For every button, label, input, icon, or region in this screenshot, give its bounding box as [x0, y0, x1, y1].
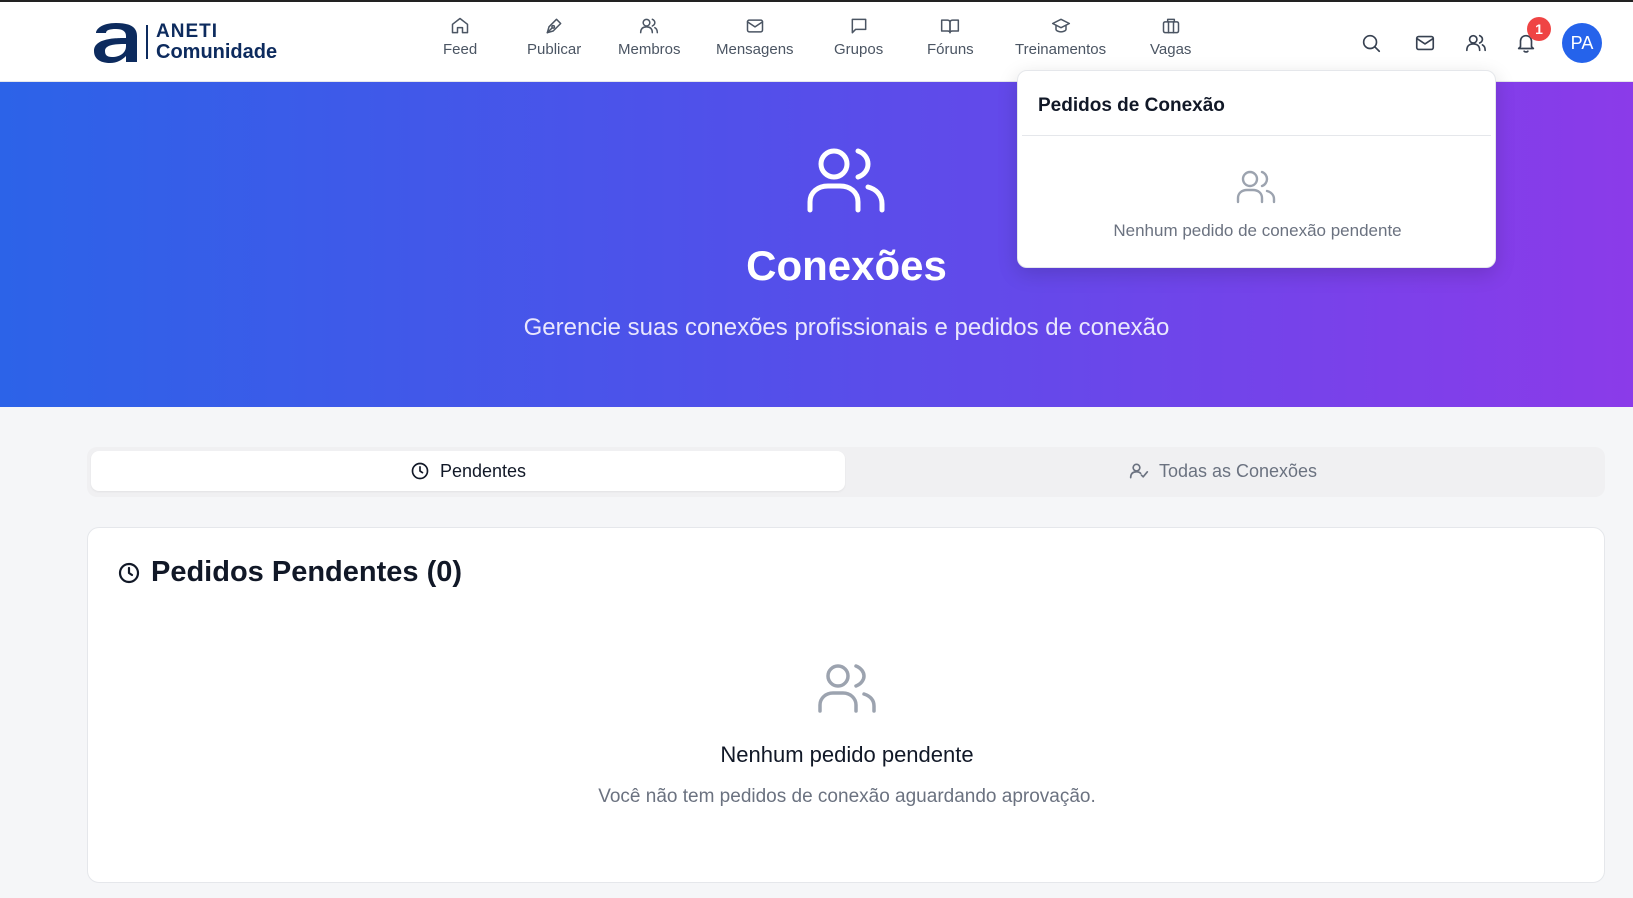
clock-icon: [411, 462, 429, 480]
nav-label: Mensagens: [716, 41, 794, 58]
logo-line-2: Comunidade: [156, 41, 278, 63]
mail-icon: [746, 19, 764, 33]
nav-item-mensagens[interactable]: Mensagens: [716, 16, 794, 58]
brand-logo[interactable]: ANETI Comunidade: [90, 19, 277, 65]
users-icon: [817, 661, 877, 715]
graduation-cap-icon: [1051, 18, 1070, 33]
users-icon: [640, 18, 659, 34]
search-button[interactable]: [1360, 32, 1382, 54]
nav-label: Fóruns: [927, 41, 974, 58]
dropdown-empty-text: Nenhum pedido de conexão pendente: [1113, 221, 1402, 240]
nav-item-vagas[interactable]: Vagas: [1150, 16, 1191, 58]
nav-item-publicar[interactable]: Publicar: [527, 16, 581, 58]
empty-state-title: Nenhum pedido pendente: [720, 742, 974, 767]
messages-button[interactable]: [1414, 32, 1436, 54]
users-icon: [1236, 169, 1276, 205]
connections-button[interactable]: [1465, 32, 1487, 54]
page-subtitle: Gerencie suas conexões profissionais e p…: [523, 314, 1170, 341]
avatar[interactable]: PA: [1562, 23, 1602, 63]
nav-label: Membros: [618, 41, 681, 58]
users-icon: [806, 144, 886, 216]
card-title: Pedidos Pendentes (0): [117, 556, 462, 589]
nav-item-treinamentos[interactable]: Treinamentos: [1015, 16, 1106, 58]
message-square-icon: [851, 18, 867, 34]
mail-icon: [1415, 35, 1435, 51]
clock-icon: [118, 562, 140, 583]
tab-todas-conexoes[interactable]: Todas as Conexões: [845, 451, 1601, 491]
book-open-icon: [941, 19, 960, 34]
users-icon: [1466, 34, 1486, 52]
notification-badge: 1: [1527, 17, 1551, 41]
tab-pendentes[interactable]: Pendentes: [91, 451, 845, 491]
nav-item-membros[interactable]: Membros: [618, 16, 681, 58]
pending-requests-card: Pedidos Pendentes (0) Nenhum pedido pend…: [87, 527, 1605, 883]
tab-label: Pendentes: [439, 460, 527, 481]
pen-icon: [546, 18, 562, 34]
nav-label: Vagas: [1150, 41, 1192, 58]
logo-line-1: ANETI: [156, 21, 218, 42]
card-title-text: Pedidos Pendentes (0): [151, 556, 463, 588]
briefcase-icon: [1162, 18, 1179, 34]
dropdown-divider: [1022, 135, 1491, 136]
dropdown-title: Pedidos de Conexão: [1038, 95, 1225, 116]
search-icon: [1362, 34, 1381, 53]
nav-label: Feed: [443, 41, 478, 58]
home-icon: [451, 17, 469, 34]
nav-label: Grupos: [834, 41, 884, 58]
user-check-icon: [1129, 463, 1149, 479]
connections-tabs: Pendentes Todas as Conexões: [87, 447, 1605, 497]
nav-label: Publicar: [527, 41, 582, 58]
tab-label: Todas as Conexões: [1158, 460, 1318, 481]
logo-text: ANETI Comunidade: [156, 22, 277, 62]
empty-state-subtitle: Você não tem pedidos de conexão aguardan…: [598, 786, 1096, 807]
logo-divider: [146, 25, 148, 59]
nav-label: Treinamentos: [1015, 41, 1107, 58]
connection-requests-dropdown: Pedidos de Conexão Nenhum pedido de cone…: [1017, 70, 1496, 268]
logo-mark: [90, 19, 142, 65]
nav-item-feed[interactable]: Feed: [443, 16, 477, 58]
nav-item-foruns[interactable]: Fóruns: [927, 16, 974, 58]
nav-item-grupos[interactable]: Grupos: [834, 16, 883, 58]
